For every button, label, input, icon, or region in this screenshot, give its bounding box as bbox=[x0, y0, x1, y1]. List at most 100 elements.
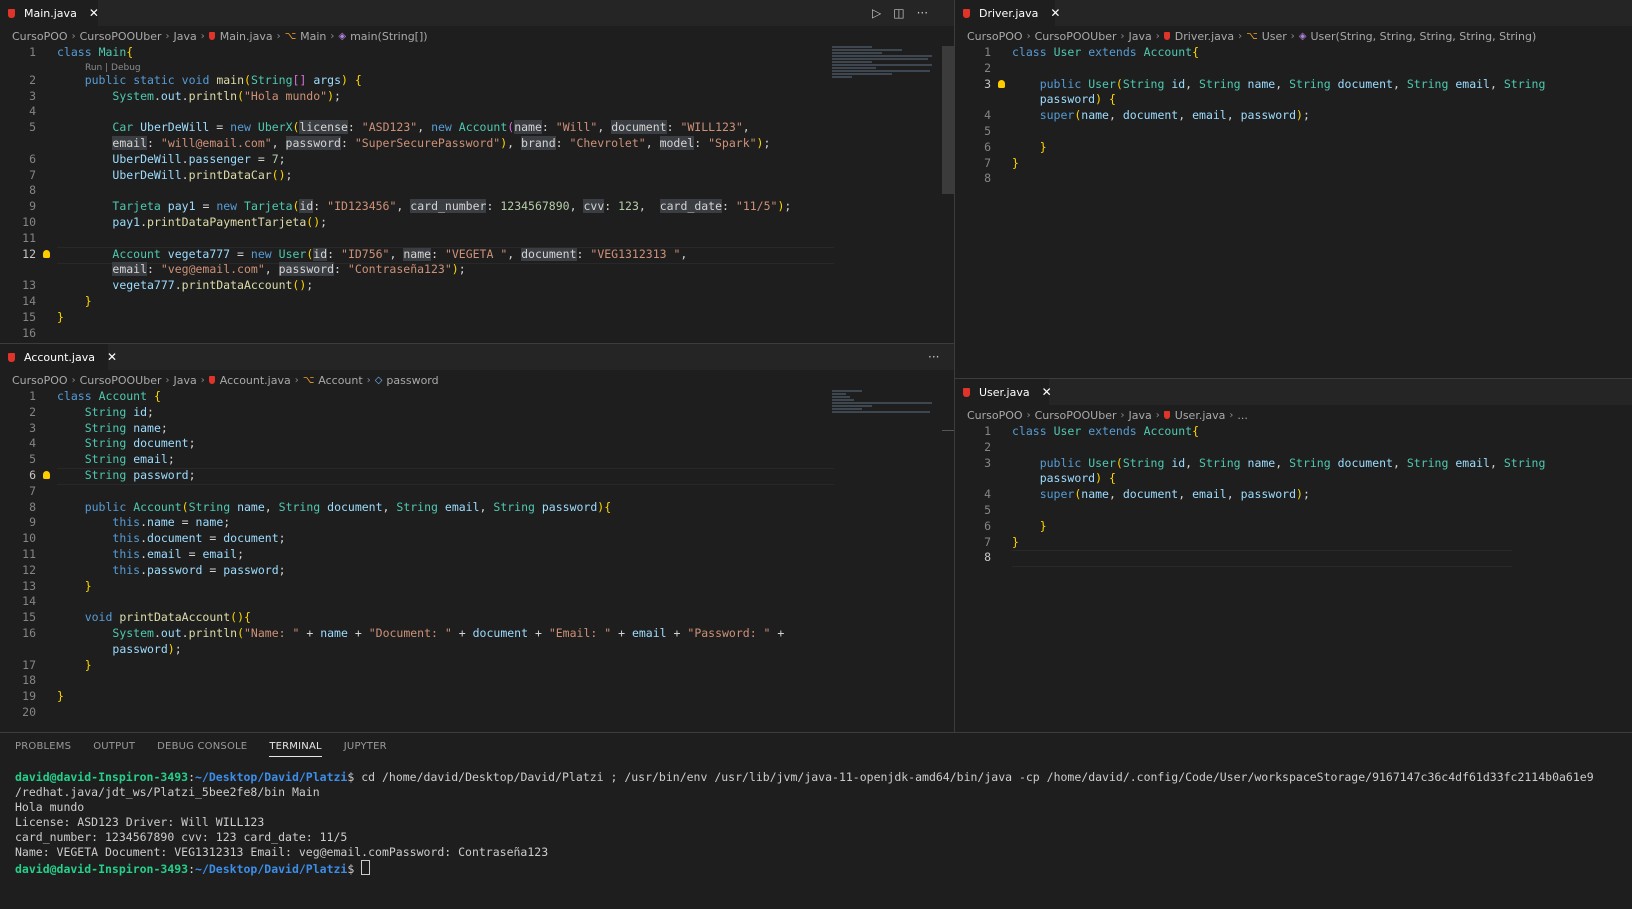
breadcrumb-item[interactable]: Account.java bbox=[220, 374, 291, 387]
code-line[interactable]: public static void main(String[] args) { bbox=[57, 73, 362, 89]
line-number bbox=[0, 262, 36, 278]
tab-label: Account.java bbox=[24, 350, 95, 364]
close-icon[interactable]: ✕ bbox=[1042, 385, 1052, 399]
breadcrumb-item[interactable]: Main.java bbox=[220, 30, 273, 43]
terminal-output-line: Hola mundo bbox=[15, 800, 85, 814]
breadcrumb-item[interactable]: CursoPOO bbox=[12, 374, 68, 387]
breadcrumb-item[interactable]: ... bbox=[1237, 409, 1248, 422]
code-line[interactable]: pay1.printDataPaymentTarjeta(); bbox=[57, 215, 327, 231]
breadcrumb-item[interactable]: Account bbox=[318, 374, 362, 387]
code-line[interactable]: class User extends Account{ bbox=[1012, 45, 1199, 61]
code-line[interactable]: void printDataAccount(){ bbox=[57, 610, 251, 626]
close-icon[interactable]: ✕ bbox=[107, 350, 117, 364]
codelens-run-debug[interactable]: Run | Debug bbox=[85, 62, 141, 74]
code-line[interactable]: password); bbox=[57, 642, 181, 658]
breadcrumb-item[interactable]: CursoPOOUber bbox=[1035, 30, 1117, 43]
code-line[interactable]: } bbox=[57, 310, 64, 326]
code-line[interactable]: } bbox=[57, 689, 64, 705]
code-line[interactable]: this.email = email; bbox=[57, 547, 244, 563]
breadcrumb-item[interactable]: Java bbox=[1129, 409, 1152, 422]
close-icon[interactable]: ✕ bbox=[89, 6, 99, 20]
breadcrumb-item[interactable]: CursoPOO bbox=[12, 30, 68, 43]
breadcrumb-item[interactable]: main(String[]) bbox=[350, 30, 427, 43]
breadcrumb-item[interactable]: password bbox=[386, 374, 438, 387]
tab-problems[interactable]: PROBLEMS bbox=[15, 741, 71, 757]
code-line[interactable]: class Account { bbox=[57, 389, 161, 405]
breadcrumb-item[interactable]: CursoPOO bbox=[967, 409, 1023, 422]
code-line[interactable]: this.document = document; bbox=[57, 531, 285, 547]
code-line[interactable]: String email; bbox=[57, 452, 175, 468]
run-icon[interactable]: ▷ bbox=[872, 6, 881, 20]
code-line[interactable]: class User extends Account{ bbox=[1012, 424, 1199, 440]
line-number: 8 bbox=[984, 550, 991, 565]
tab-output[interactable]: OUTPUT bbox=[93, 741, 135, 757]
terminal[interactable]: david@david-Inspiron-3493:~/Desktop/Davi… bbox=[15, 770, 1594, 877]
breadcrumb-item[interactable]: CursoPOOUber bbox=[80, 374, 162, 387]
code-line[interactable]: super(name, document, email, password); bbox=[1012, 108, 1310, 124]
terminal-command-cont: /redhat.java/jdt_ws/Platzi_5bee2fe8/bin … bbox=[15, 785, 320, 799]
prompt-suffix: $ bbox=[347, 862, 355, 876]
code-line[interactable]: System.out.println("Hola mundo"); bbox=[57, 89, 341, 105]
breadcrumb-item[interactable]: CursoPOOUber bbox=[80, 30, 162, 43]
code-line[interactable]: String document; bbox=[57, 436, 196, 452]
code-line[interactable]: UberDeWill.passenger = 7; bbox=[57, 152, 285, 168]
tab-terminal[interactable]: TERMINAL bbox=[269, 741, 322, 757]
breadcrumb-item[interactable]: CursoPOO bbox=[967, 30, 1023, 43]
code-line[interactable]: UberDeWill.printDataCar(); bbox=[57, 168, 292, 184]
line-number: 8 bbox=[29, 183, 36, 198]
code-line[interactable]: } bbox=[57, 658, 92, 674]
minimap[interactable] bbox=[832, 390, 936, 440]
lightbulb-icon[interactable] bbox=[43, 471, 50, 479]
lightbulb-icon[interactable] bbox=[43, 249, 50, 258]
breadcrumb-item[interactable]: Java bbox=[1129, 30, 1152, 43]
code-line[interactable]: password) { bbox=[1012, 471, 1116, 487]
prompt-path: ~/Desktop/David/Platzi bbox=[195, 770, 348, 784]
breadcrumb-item[interactable]: User bbox=[1262, 30, 1287, 43]
line-number: 13 bbox=[22, 578, 36, 593]
split-editor-icon[interactable]: ◫ bbox=[893, 6, 904, 20]
breadcrumb-item[interactable]: CursoPOOUber bbox=[1035, 409, 1117, 422]
breadcrumb-item[interactable]: Java bbox=[174, 30, 197, 43]
code-line[interactable]: this.name = name; bbox=[57, 515, 230, 531]
tab-main-java[interactable]: Main.java ✕ bbox=[0, 0, 99, 26]
code-line[interactable]: public User(String id, String name, Stri… bbox=[1012, 77, 1546, 93]
tab-account-java[interactable]: Account.java ✕ bbox=[0, 344, 117, 370]
line-number: 7 bbox=[29, 483, 36, 498]
code-line[interactable]: } bbox=[57, 579, 92, 595]
code-line[interactable]: } bbox=[1012, 519, 1047, 535]
code-line[interactable]: System.out.println("Name: " + name + "Do… bbox=[57, 626, 784, 642]
code-line[interactable]: public User(String id, String name, Stri… bbox=[1012, 456, 1546, 472]
code-line[interactable]: super(name, document, email, password); bbox=[1012, 487, 1310, 503]
code-line[interactable]: } bbox=[1012, 156, 1019, 172]
code-line[interactable]: } bbox=[57, 294, 92, 310]
breadcrumb-item[interactable]: User.java bbox=[1175, 409, 1226, 422]
code-line[interactable]: } bbox=[1012, 535, 1019, 551]
tab-debug-console[interactable]: DEBUG CONSOLE bbox=[157, 741, 247, 757]
breadcrumb-item[interactable]: Driver.java bbox=[1175, 30, 1234, 43]
code-line[interactable]: public Account(String name, String docum… bbox=[57, 500, 611, 516]
code-line[interactable]: email: "veg@email.com", password: "Contr… bbox=[57, 262, 466, 278]
code-line[interactable]: this.password = password; bbox=[57, 563, 285, 579]
code-line[interactable]: class Main{ bbox=[57, 45, 133, 61]
terminal-output-line: License: ASD123 Driver: Will WILL123 bbox=[15, 815, 265, 829]
breadcrumb-item[interactable]: Main bbox=[300, 30, 326, 43]
tab-user-java[interactable]: User.java ✕ bbox=[955, 379, 1052, 405]
more-actions-icon[interactable]: ··· bbox=[928, 350, 939, 364]
tab-driver-java[interactable]: Driver.java ✕ bbox=[955, 0, 1060, 26]
code-line[interactable]: vegeta777.printDataAccount(); bbox=[57, 278, 313, 294]
code-line[interactable]: String name; bbox=[57, 421, 168, 437]
breadcrumb-item[interactable]: Java bbox=[174, 374, 197, 387]
vertical-scrollbar[interactable] bbox=[942, 46, 954, 194]
code-line[interactable]: email: "will@email.com", password: "Supe… bbox=[57, 136, 770, 152]
code-line[interactable]: password) { bbox=[1012, 92, 1116, 108]
breadcrumb-item[interactable]: User(String, String, String, String, Str… bbox=[1310, 30, 1536, 43]
code-line[interactable]: Car UberDeWill = new UberX(license: "ASD… bbox=[57, 120, 750, 136]
code-line[interactable]: String id; bbox=[57, 405, 154, 421]
close-icon[interactable]: ✕ bbox=[1050, 6, 1060, 20]
lightbulb-icon[interactable] bbox=[998, 79, 1005, 88]
code-line[interactable]: Tarjeta pay1 = new Tarjeta(id: "ID123456… bbox=[57, 199, 791, 215]
more-actions-icon[interactable]: ··· bbox=[917, 6, 928, 20]
tab-jupyter[interactable]: JUPYTER bbox=[344, 741, 387, 757]
minimap[interactable] bbox=[832, 46, 936, 96]
code-line[interactable]: } bbox=[1012, 140, 1047, 156]
